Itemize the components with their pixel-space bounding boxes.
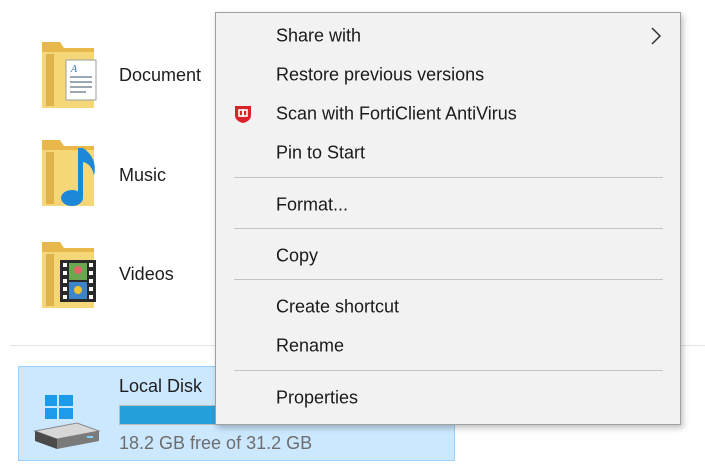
menu-item-label: Create shortcut (276, 296, 400, 317)
menu-item-pin-to-start[interactable]: Pin to Start (216, 135, 680, 171)
windows-drive-icon (33, 395, 101, 449)
context-menu: Share with Restore previous versions Sca… (215, 12, 681, 425)
menu-item-rename[interactable]: Rename (216, 328, 680, 364)
folder-item-music[interactable]: Music (30, 128, 220, 218)
music-folder-icon (42, 140, 95, 206)
menu-separator (234, 370, 663, 371)
menu-separator (234, 228, 663, 229)
chevron-right-icon (651, 27, 662, 45)
folder-label: Document (119, 65, 202, 85)
menu-item-properties[interactable]: Properties (216, 380, 680, 416)
folder-item-documents[interactable]: A Document (30, 28, 220, 118)
drive-free-space-text: 18.2 GB free of 31.2 GB (119, 433, 313, 453)
menu-item-copy[interactable]: Copy (216, 238, 680, 274)
menu-item-scan-forticlient[interactable]: Scan with FortiClient AntiVirus (216, 96, 680, 132)
menu-item-share-with[interactable]: Share with (216, 18, 680, 54)
menu-item-label: Format... (276, 194, 349, 215)
menu-item-label: Properties (276, 387, 359, 408)
videos-folder-icon (42, 242, 96, 308)
menu-item-label: Pin to Start (276, 142, 366, 163)
menu-item-create-shortcut[interactable]: Create shortcut (216, 289, 680, 325)
menu-item-label: Rename (276, 335, 345, 356)
folder-label: Music (119, 165, 167, 185)
menu-item-label: Restore previous versions (276, 64, 485, 85)
menu-item-label: Scan with FortiClient AntiVirus (276, 103, 517, 124)
menu-separator (234, 177, 663, 178)
folder-item-videos[interactable]: Videos (30, 228, 220, 318)
folder-label: Videos (119, 264, 174, 284)
svg-text:A: A (70, 64, 78, 75)
menu-item-label: Share with (276, 25, 362, 46)
forticlient-shield-icon (235, 106, 251, 123)
menu-item-label: Copy (276, 245, 319, 266)
drive-name: Local Disk (119, 376, 203, 396)
menu-item-restore-previous-versions[interactable]: Restore previous versions (216, 57, 680, 93)
menu-separator (234, 279, 663, 280)
documents-folder-icon: A (42, 42, 97, 108)
menu-item-format[interactable]: Format... (216, 187, 680, 223)
